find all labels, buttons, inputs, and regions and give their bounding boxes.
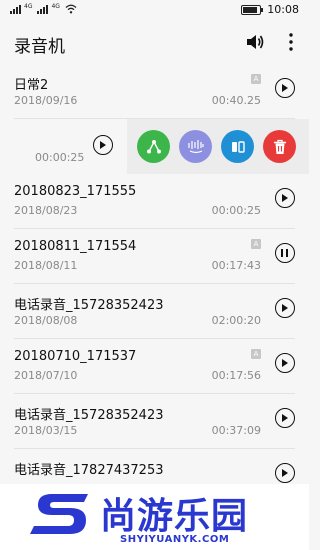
watermark-name-en: SHYIYUANYK.COM [120,534,230,545]
speaker-icon[interactable] [245,33,265,51]
auto-badge-icon: A [251,239,261,249]
app-bar: 录音机 [0,20,309,64]
more-options-icon[interactable] [285,32,297,52]
recording-row[interactable]: 电话录音_15728352423 2018/03/15 00:37:09 [0,394,309,449]
edit-clip-icon [187,139,204,153]
recording-row[interactable]: 电话录音_15728352423 2018/08/08 02:00:20 [0,284,309,339]
recording-row[interactable]: 20180710_171537 A 2018/07/10 00:17:56 [0,339,309,394]
signal-tag-icon: 4G [24,3,33,10]
swipe-actions [127,119,309,174]
play-button[interactable] [275,78,295,98]
share-icon [146,139,161,153]
watermark-name-cn: 尚游乐园 [100,496,249,537]
edit-clip-button[interactable] [179,130,212,163]
recording-duration: 00:17:56 [211,369,261,382]
page-title: 录音机 [14,37,65,57]
recording-duration: 00:40.25 [211,94,261,107]
status-bar: 4G 4G 10:08 [0,0,309,20]
play-icon [282,83,288,92]
play-icon [282,193,288,202]
recording-date: 2018/07/10 [14,369,78,382]
auto-badge-icon: A [251,349,261,359]
recording-date: 2018/08/23 [14,204,78,217]
recording-row[interactable]: 20180823_171555 2018/08/23 00:00:25 [0,174,309,229]
recording-title: 电话录音_15728352423 [14,298,164,313]
play-icon [282,303,288,312]
play-button[interactable] [93,135,113,155]
recording-row[interactable]: 电话录音_17827437253 [0,449,309,484]
swiped-row-content: 00:00:25 [0,119,127,174]
wifi-icon [65,4,77,14]
convert-icon [231,140,245,153]
pause-icon [281,249,288,257]
auto-badge-icon: A [251,74,261,84]
recording-row[interactable]: 日常2 A 2018/09/16 00:40.25 [0,64,309,119]
play-button[interactable] [275,463,295,483]
play-icon [282,358,288,367]
play-icon [282,468,288,477]
recording-duration: 02:00:20 [211,314,261,327]
share-button[interactable] [137,130,170,163]
play-button[interactable] [275,408,295,428]
delete-icon [273,139,286,154]
play-button[interactable] [275,188,295,208]
recording-date: 2018/03/15 [14,424,78,437]
recording-title: 20180710_171537 [14,349,137,364]
recording-title: 电话录音_15728352423 [14,408,164,423]
signal-tag-icon-2: 4G [51,3,60,10]
watermark-banner: 尚游乐园 SHYIYUANYK.COM [0,484,309,550]
recording-duration: 00:00:25 [35,151,85,164]
pause-button[interactable] [275,243,295,263]
play-icon [282,413,288,422]
recording-duration: 00:17:43 [211,259,261,272]
recording-title: 日常2 [14,78,49,93]
play-icon [100,140,106,149]
recording-duration: 00:37:09 [211,424,261,437]
recording-date: 2018/08/11 [14,259,78,272]
battery-icon [241,4,264,15]
recording-title: 电话录音_17827437253 [14,463,164,478]
signal-icon [10,4,21,14]
recording-title: 20180823_171555 [14,184,137,199]
recording-duration: 00:00:25 [211,204,261,217]
recordings-list: 日常2 A 2018/09/16 00:40.25 00:00:25 20180… [0,64,309,484]
recording-row-swiped[interactable]: 00:00:25 [0,119,309,174]
signal-icon-2 [37,4,49,14]
status-icons-left: 4G 4G [10,4,77,14]
delete-button[interactable] [263,130,296,163]
play-button[interactable] [275,298,295,318]
recording-date: 2018/09/16 [14,94,78,107]
recording-date: 2018/08/08 [14,314,78,327]
status-time: 10:08 [267,3,299,16]
play-button[interactable] [275,353,295,373]
watermark-logo [30,494,88,534]
recording-title: 20180811_171554 [14,239,137,254]
recording-row[interactable]: 20180811_171554 A 2018/08/11 00:17:43 [0,229,309,284]
convert-button[interactable] [221,130,254,163]
